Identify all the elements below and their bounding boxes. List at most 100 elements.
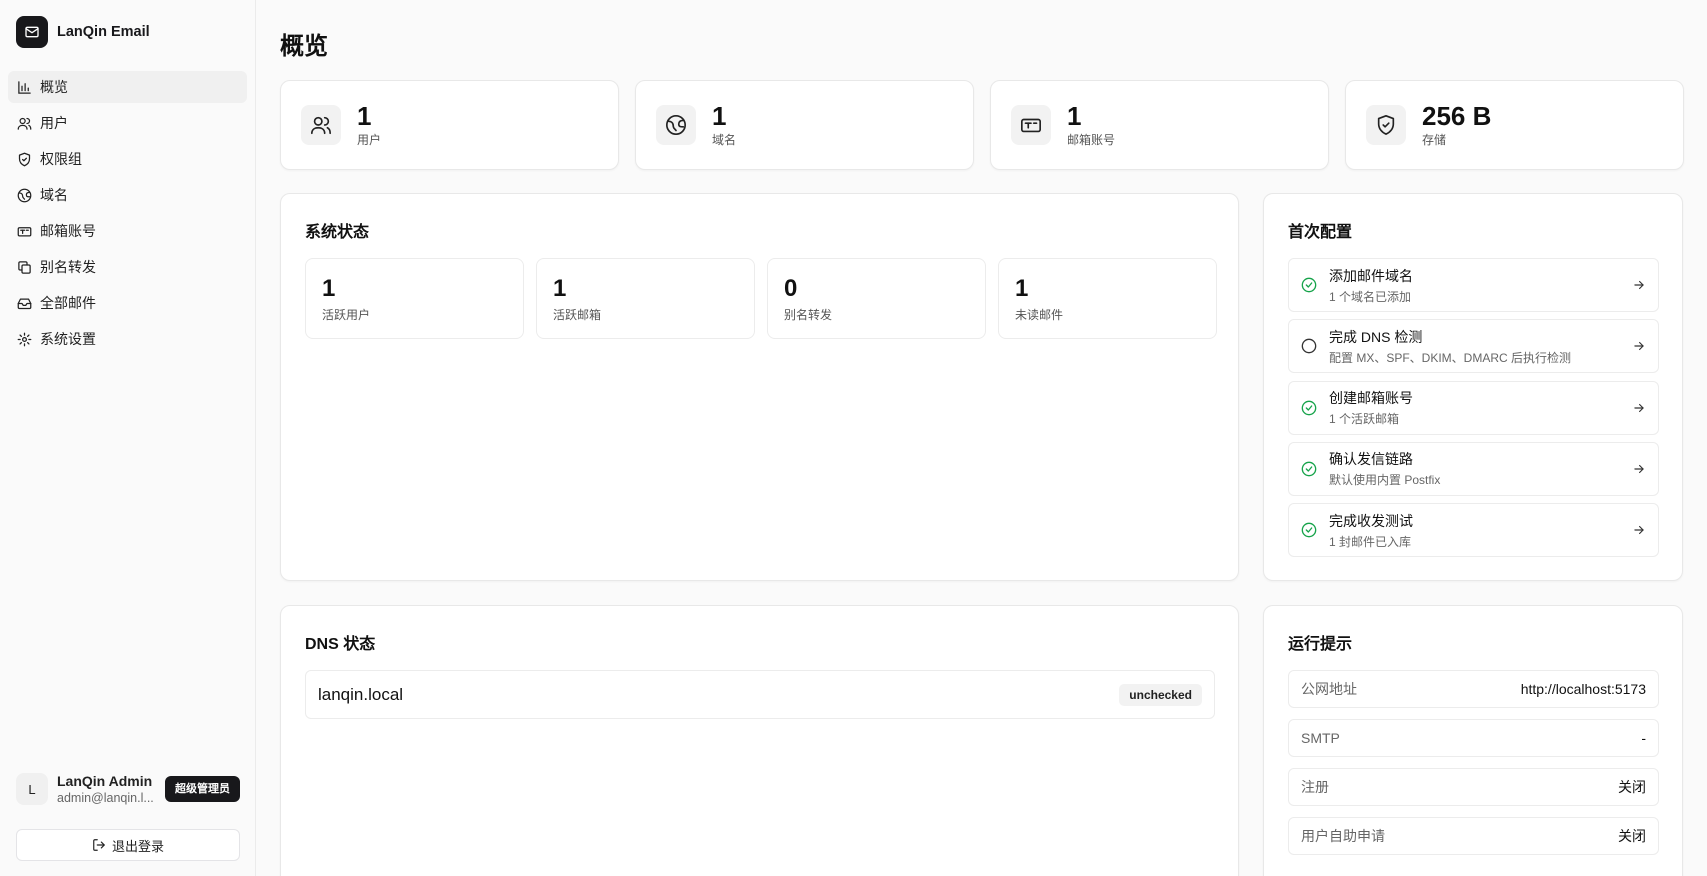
card-title: DNS 状态 [305,636,376,653]
logout-button[interactable]: 退出登录 [16,829,240,861]
mailbox-icon [1011,105,1051,145]
stat-card-storage: 256 B 存储 [1345,80,1684,170]
brand[interactable]: LanQin Email [16,16,150,48]
status-item-unread: 1 未读邮件 [998,258,1217,339]
sidebar-item-mailboxes[interactable]: 邮箱账号 [8,215,247,247]
mail-icon [16,16,48,48]
stat-value: 1 [357,101,372,131]
arrow-right-icon [1632,462,1646,476]
setup-title: 确认发信链路 [1329,451,1413,468]
dns-row[interactable]: lanqin.local unchecked [305,670,1215,719]
sidebar-item-label: 权限组 [40,151,82,167]
user-profile[interactable]: L LanQin Admin admin@lanqin.l... 超级管理员 [16,770,240,808]
runtime-row-smtp: SMTP - [1288,719,1659,757]
setup-list: 添加邮件域名 1 个域名已添加 完成 DNS 检测 配置 MX、SPF、DKIM… [1288,258,1659,564]
status-value: 1 [1015,275,1029,302]
users-icon [16,115,32,131]
users-icon [301,105,341,145]
sidebar-item-label: 全部邮件 [40,295,96,311]
setup-item-dns-check[interactable]: 完成 DNS 检测 配置 MX、SPF、DKIM、DMARC 后执行检测 [1288,319,1659,374]
setup-item-create-mailbox[interactable]: 创建邮箱账号 1 个活跃邮箱 [1288,380,1659,435]
setup-desc: 默认使用内置 Postfix [1329,473,1441,488]
setup-item-send-receive-test[interactable]: 完成收发测试 1 封邮件已入库 [1288,503,1659,558]
user-name: LanQin Admin [57,773,153,789]
system-status-card: 系统状态 1 活跃用户 1 活跃邮箱 0 别名转发 1 未读邮件 [280,193,1239,581]
status-item-active-mailboxes: 1 活跃邮箱 [536,258,755,339]
sidebar-item-users[interactable]: 用户 [8,107,247,139]
avatar: L [16,773,48,805]
mailbox-icon [16,223,32,239]
globe-icon [656,105,696,145]
sidebar-item-label: 系统设置 [40,331,96,347]
setup-title: 创建邮箱账号 [1329,390,1413,407]
setup-title: 添加邮件域名 [1329,267,1413,284]
status-value: 1 [322,275,336,302]
dns-domain: lanqin.local [318,684,404,704]
page-title: 概览 [280,33,328,60]
sidebar-item-all-mail[interactable]: 全部邮件 [8,287,247,319]
arrow-right-icon [1632,523,1646,537]
status-value: 0 [784,275,798,302]
runtime-hints-card: 运行提示 公网地址 http://localhost:5173 SMTP - 注… [1263,605,1683,876]
check-circle-icon [1301,522,1317,538]
user-email: admin@lanqin.l... [57,791,154,805]
sidebar-item-label: 域名 [40,187,68,203]
runtime-row-self-apply: 用户自助申请 关闭 [1288,817,1659,855]
runtime-list: 公网地址 http://localhost:5173 SMTP - 注册 关闭 … [1288,670,1659,866]
stat-label: 邮箱账号 [1067,133,1116,147]
status-value: 1 [553,275,567,302]
status-label: 别名转发 [784,308,833,322]
stat-value: 1 [1067,101,1082,131]
runtime-label: 注册 [1301,779,1329,795]
setup-item-confirm-outbound[interactable]: 确认发信链路 默认使用内置 Postfix [1288,441,1659,496]
arrow-right-icon [1632,278,1646,292]
runtime-value: http://localhost:5173 [1520,681,1646,697]
arrow-right-icon [1632,339,1646,353]
stat-value: 256 B [1422,101,1492,131]
gear-icon [16,331,32,347]
card-title: 运行提示 [1288,636,1353,653]
sidebar-item-permission-groups[interactable]: 权限组 [8,143,247,175]
shield-icon [16,151,32,167]
status-item-active-users: 1 活跃用户 [305,258,524,339]
check-circle-icon [1301,277,1317,293]
setup-desc: 1 封邮件已入库 [1329,534,1412,549]
logout-label: 退出登录 [111,838,164,854]
setup-desc: 1 个活跃邮箱 [1329,412,1400,427]
stat-label: 域名 [712,133,737,147]
runtime-label: 公网地址 [1301,681,1357,697]
sidebar-item-domains[interactable]: 域名 [8,179,247,211]
sidebar-item-label: 用户 [40,115,68,131]
check-circle-icon [1301,400,1317,416]
sidebar-item-overview[interactable]: 概览 [8,71,247,103]
stat-card-mailboxes: 1 邮箱账号 [990,80,1329,170]
runtime-row-registration: 注册 关闭 [1288,768,1659,806]
status-label: 未读邮件 [1015,308,1064,322]
runtime-row-public-url: 公网地址 http://localhost:5173 [1288,670,1659,708]
app-name: LanQin Email [57,24,150,40]
runtime-label: SMTP [1301,730,1340,746]
setup-desc: 1 个域名已添加 [1329,289,1412,304]
status-label: 活跃用户 [322,308,371,322]
shield-check-icon [1366,105,1406,145]
setup-desc: 配置 MX、SPF、DKIM、DMARC 后执行检测 [1329,350,1572,365]
check-circle-icon [1301,461,1317,477]
card-title: 首次配置 [1288,224,1353,241]
sidebar-item-settings[interactable]: 系统设置 [8,323,247,355]
stat-label: 存储 [1422,133,1447,147]
runtime-value: 关闭 [1618,828,1646,844]
setup-title: 完成收发测试 [1329,512,1413,529]
setup-item-add-domain[interactable]: 添加邮件域名 1 个域名已添加 [1288,258,1659,312]
sidebar-item-label: 别名转发 [40,259,96,275]
runtime-label: 用户自助申请 [1301,828,1385,844]
status-label: 活跃邮箱 [553,308,602,322]
setup-card: 首次配置 添加邮件域名 1 个域名已添加 完成 DNS 检测 配置 MX、SPF… [1263,193,1683,581]
runtime-value: - [1641,730,1646,746]
bar-chart-icon [16,79,32,95]
logout-icon [92,838,106,852]
dns-status-card: DNS 状态 lanqin.local unchecked [280,605,1239,876]
sidebar-nav: 概览 用户 权限组 域名 邮箱账号 别名转发 全部邮件 系统设置 [8,71,247,359]
globe-icon [16,187,32,203]
sidebar-item-aliases[interactable]: 别名转发 [8,251,247,283]
stat-label: 用户 [357,133,382,147]
